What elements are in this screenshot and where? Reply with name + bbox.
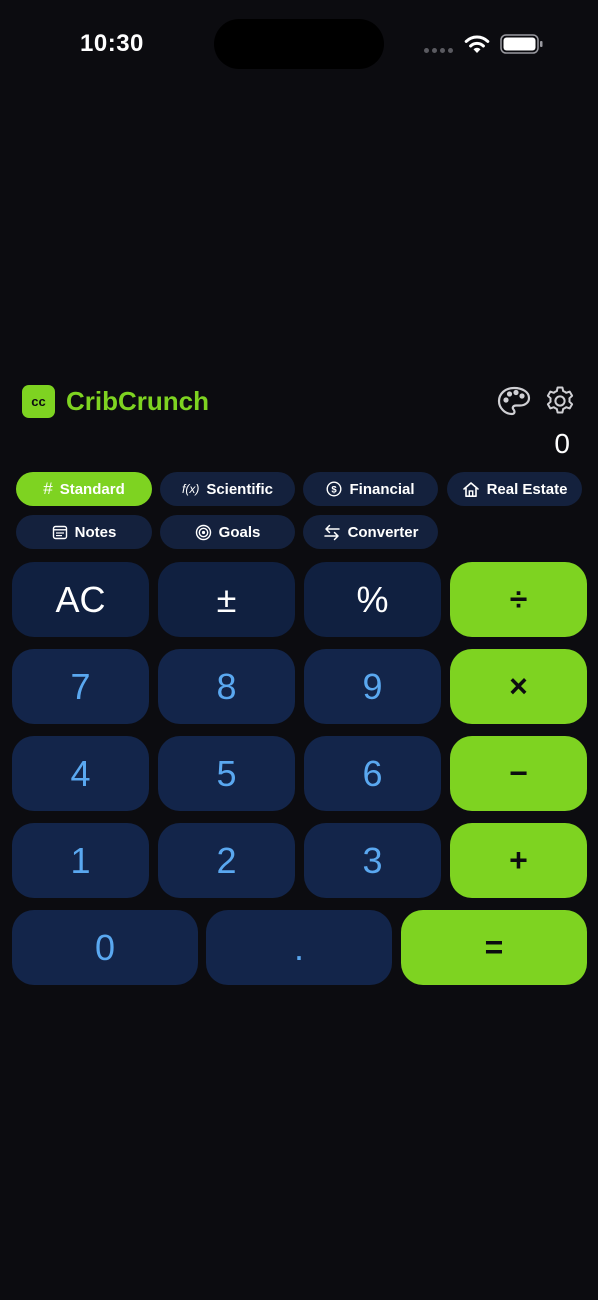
tab-notes[interactable]: Notes	[16, 515, 152, 549]
calculator-display: 0	[554, 428, 570, 459]
app-logo: cc	[22, 385, 55, 418]
tab-goals[interactable]: Goals	[160, 515, 295, 549]
digit-7-button[interactable]: 7	[12, 649, 149, 724]
battery-icon	[500, 34, 543, 54]
status-time: 10:30	[80, 30, 144, 57]
digit-5-button[interactable]: 5	[158, 736, 295, 811]
svg-text:$: $	[332, 485, 338, 496]
divide-button[interactable]: ÷	[450, 562, 587, 637]
tab-label: Scientific	[206, 480, 273, 498]
tab-label: Real Estate	[486, 480, 568, 498]
tab-label: Converter	[347, 523, 419, 541]
percent-button[interactable]: %	[304, 562, 441, 637]
digit-1-button[interactable]: 1	[12, 823, 149, 898]
digit-2-button[interactable]: 2	[158, 823, 295, 898]
calculator-screen: 10:30 cc CribCrunch 0 # Standard f(x) Sc…	[0, 0, 598, 1300]
tab-financial[interactable]: $ Financial	[303, 472, 438, 506]
digit-9-button[interactable]: 9	[304, 649, 441, 724]
tab-label: Notes	[74, 523, 117, 541]
tab-converter[interactable]: Converter	[303, 515, 438, 549]
swap-arrows-icon	[323, 524, 340, 540]
add-button[interactable]: +	[450, 823, 587, 898]
tab-label: Standard	[59, 480, 125, 498]
digit-3-button[interactable]: 3	[304, 823, 441, 898]
palette-icon[interactable]	[497, 385, 531, 417]
clear-button[interactable]: AC	[12, 562, 149, 637]
dynamic-island	[214, 19, 384, 69]
tab-scientific[interactable]: f(x) Scientific	[160, 472, 295, 506]
subtract-button[interactable]: −	[450, 736, 587, 811]
digit-4-button[interactable]: 4	[12, 736, 149, 811]
cellular-signal-icon	[424, 48, 453, 53]
target-icon	[195, 524, 211, 540]
decimal-button[interactable]: .	[206, 910, 392, 985]
equals-button[interactable]: =	[401, 910, 587, 985]
house-icon	[462, 481, 479, 497]
tab-label: Financial	[349, 480, 415, 498]
notepad-icon	[52, 525, 67, 539]
sign-toggle-button[interactable]: ±	[158, 562, 295, 637]
tab-real-estate[interactable]: Real Estate	[447, 472, 582, 506]
digit-6-button[interactable]: 6	[304, 736, 441, 811]
digit-0-button[interactable]: 0	[12, 910, 198, 985]
tab-label: Goals	[218, 523, 261, 541]
hash-icon: #	[43, 479, 53, 498]
gear-icon[interactable]	[544, 385, 576, 417]
app-title: CribCrunch	[66, 386, 209, 416]
function-icon: f(x)	[181, 482, 200, 496]
digit-8-button[interactable]: 8	[158, 649, 295, 724]
tab-standard[interactable]: # Standard	[16, 472, 152, 506]
dollar-coin-icon: $	[326, 481, 342, 497]
wifi-icon	[464, 35, 490, 53]
multiply-button[interactable]: ×	[450, 649, 587, 724]
